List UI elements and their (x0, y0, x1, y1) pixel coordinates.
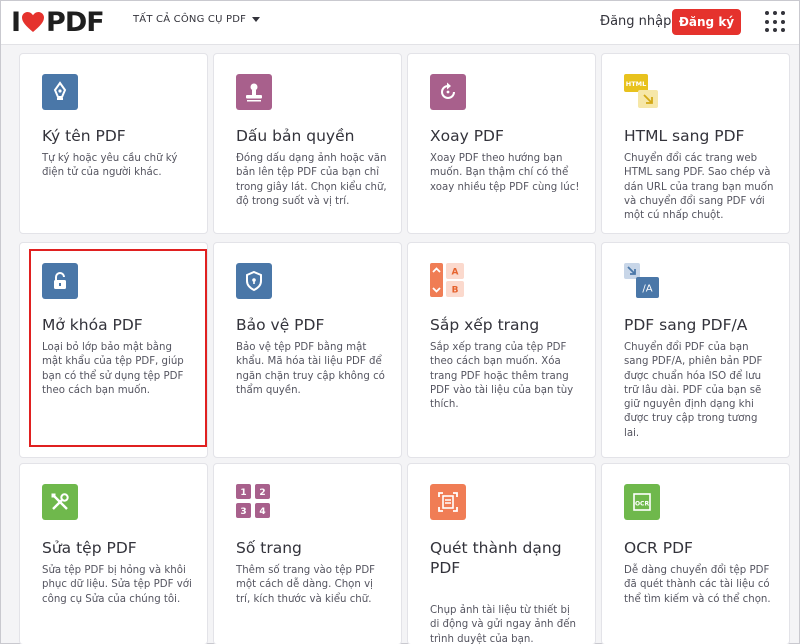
tool-card-protect-pdf[interactable]: Bảo vệ PDF Bảo vệ tệp PDF bằng mật khẩu.… (213, 242, 402, 458)
pen-sign-icon (42, 74, 78, 110)
logo-letter-i: I (11, 6, 21, 38)
tool-title: Dấu bản quyền (236, 127, 355, 145)
tool-description: Chụp ảnh tài liệu từ thiết bị di động và… (430, 605, 576, 644)
tool-card-scan-to-pdf[interactable]: Quét thành dạng PDF Chụp ảnh tài liệu từ… (407, 463, 596, 644)
tool-title: Ký tên PDF (42, 127, 126, 145)
tool-description: Xoay PDF theo hướng bạn muốn. Bạn thậm c… (430, 153, 580, 193)
page-number-digit: 3 (240, 507, 246, 517)
tool-description: Dễ dàng chuyển đổi tệp PDF đã quét thành… (624, 565, 771, 605)
tool-card-html-to-pdf[interactable]: HTML HTML sang PDF Chuyển đổi các trang … (601, 53, 790, 234)
logo-text-pdf: PDF (46, 6, 105, 38)
tool-description: Bảo vệ tệp PDF bằng mật khẩu. Mã hóa tài… (236, 342, 385, 396)
tool-card-unlock-pdf[interactable]: Mở khóa PDF Loại bỏ lớp bảo mật bằng mật… (19, 242, 208, 458)
page-number-digit: 4 (259, 507, 265, 517)
tool-card-ocr-pdf[interactable]: OCR OCR PDF Dễ dàng chuyển đổi tệp PDF đ… (601, 463, 790, 644)
organize-pages-icon: A B (430, 263, 466, 299)
page-number-digit: 1 (240, 488, 246, 498)
tool-card-repair-pdf[interactable]: Sửa tệp PDF Sửa tệp PDF bị hỏng và khôi … (19, 463, 208, 644)
tool-title: Quét thành dạng PDF (430, 539, 562, 577)
tool-description: Thêm số trang vào tệp PDF một cách dễ dà… (236, 565, 376, 605)
scan-icon (430, 484, 466, 520)
tool-card-rotate-pdf[interactable]: Xoay PDF Xoay PDF theo hướng bạn muốn. B… (407, 53, 596, 234)
tool-title: PDF sang PDF/A (624, 316, 748, 334)
tool-card-sign-pdf[interactable]: Ký tên PDF Tự ký hoặc yêu cầu chữ ký điệ… (19, 53, 208, 234)
apps-grid-icon[interactable] (765, 11, 787, 33)
tool-card-page-numbers[interactable]: 1 2 3 4 Số trang Thêm số trang vào tệp P… (213, 463, 402, 644)
ocr-icon: OCR (624, 484, 660, 520)
top-navigation-bar: I PDF TẤT CẢ CÔNG CỤ PDF Đăng nhập Đăng … (1, 1, 799, 45)
tool-title: Mở khóa PDF (42, 316, 143, 334)
tool-card-organize-pages[interactable]: A B Sắp xếp trang Sắp xếp trang của tệp … (407, 242, 596, 458)
ilovepdf-logo[interactable]: I PDF (11, 6, 105, 38)
unlock-icon (42, 263, 78, 299)
page-number-digit: 2 (259, 488, 265, 498)
tool-description: Chuyển đổi PDF của bạn sang PDF/A, phiên… (624, 342, 763, 439)
tool-title: Sắp xếp trang (430, 316, 540, 334)
login-link[interactable]: Đăng nhập (600, 14, 671, 29)
all-tools-label: TẤT CẢ CÔNG CỤ PDF (133, 14, 247, 25)
stamp-icon (236, 74, 272, 110)
tool-description: Sửa tệp PDF bị hỏng và khôi phục dữ liệu… (42, 565, 192, 605)
organize-label-a: A (452, 268, 459, 278)
tool-card-watermark[interactable]: Dấu bản quyền Đóng dấu dạng ảnh hoặc văn… (213, 53, 402, 234)
organize-label-b: B (452, 286, 459, 296)
signup-button[interactable]: Đăng ký (672, 9, 741, 35)
tool-title: HTML sang PDF (624, 127, 745, 145)
heart-icon (22, 12, 45, 32)
html-to-pdf-icon: HTML (624, 74, 660, 110)
tool-title: Bảo vệ PDF (236, 316, 325, 334)
tool-description: Tự ký hoặc yêu cầu chữ ký điện tử của ng… (42, 153, 178, 179)
tool-card-pdf-to-pdfa[interactable]: /A PDF sang PDF/A Chuyển đổi PDF của bạn… (601, 242, 790, 458)
page-numbers-icon: 1 2 3 4 (236, 484, 272, 520)
rotate-icon (430, 74, 466, 110)
ocr-icon-label: OCR (635, 501, 650, 508)
tool-title: Xoay PDF (430, 127, 504, 145)
tool-title: Sửa tệp PDF (42, 539, 137, 557)
tool-title: Số trang (236, 539, 302, 557)
all-tools-dropdown[interactable]: TẤT CẢ CÔNG CỤ PDF (133, 14, 261, 25)
repair-tools-icon (42, 484, 78, 520)
pdfa-icon-label: /A (642, 284, 652, 295)
tool-description: Đóng dấu dạng ảnh hoặc văn bản lên tệp P… (236, 153, 387, 207)
pdf-to-pdfa-icon: /A (624, 263, 660, 299)
tool-description: Loại bỏ lớp bảo mật bằng mật khẩu của tệ… (42, 342, 184, 396)
caret-down-icon (252, 17, 261, 22)
tool-description: Chuyển đổi các trang web HTML sang PDF. … (624, 153, 774, 222)
tool-title: OCR PDF (624, 539, 693, 557)
html-icon-label: HTML (626, 80, 646, 88)
tool-description: Sắp xếp trang của tệp PDF theo cách bạn … (430, 342, 574, 411)
shield-icon (236, 263, 272, 299)
